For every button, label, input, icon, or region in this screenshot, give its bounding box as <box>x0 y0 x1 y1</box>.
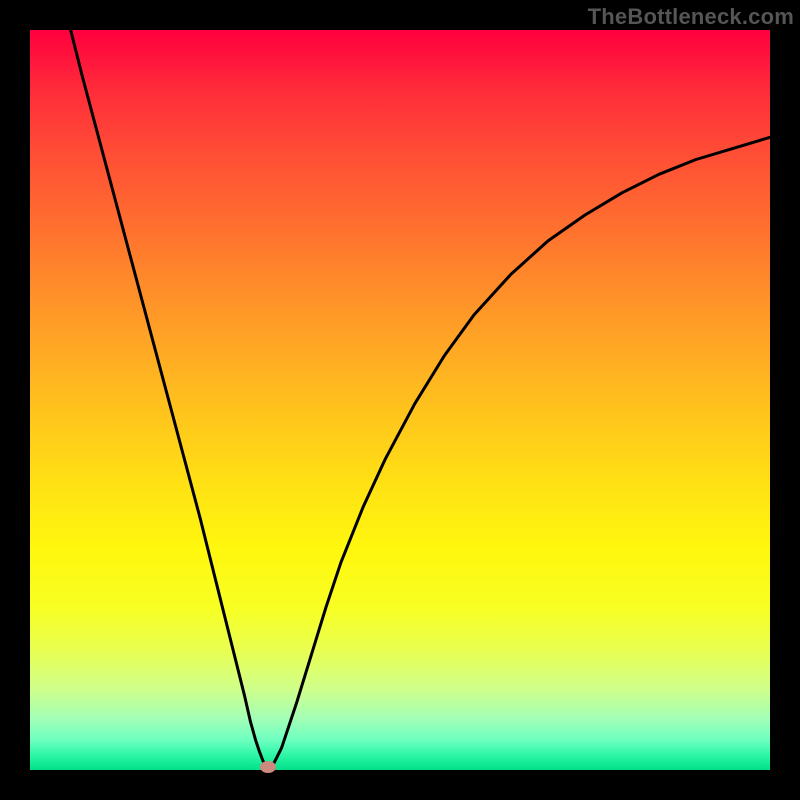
minimum-marker <box>260 761 276 773</box>
curve-layer <box>30 30 770 770</box>
chart-frame: TheBottleneck.com <box>0 0 800 800</box>
plot-area <box>30 30 770 770</box>
bottleneck-curve <box>71 30 770 767</box>
watermark-text: TheBottleneck.com <box>588 4 794 30</box>
